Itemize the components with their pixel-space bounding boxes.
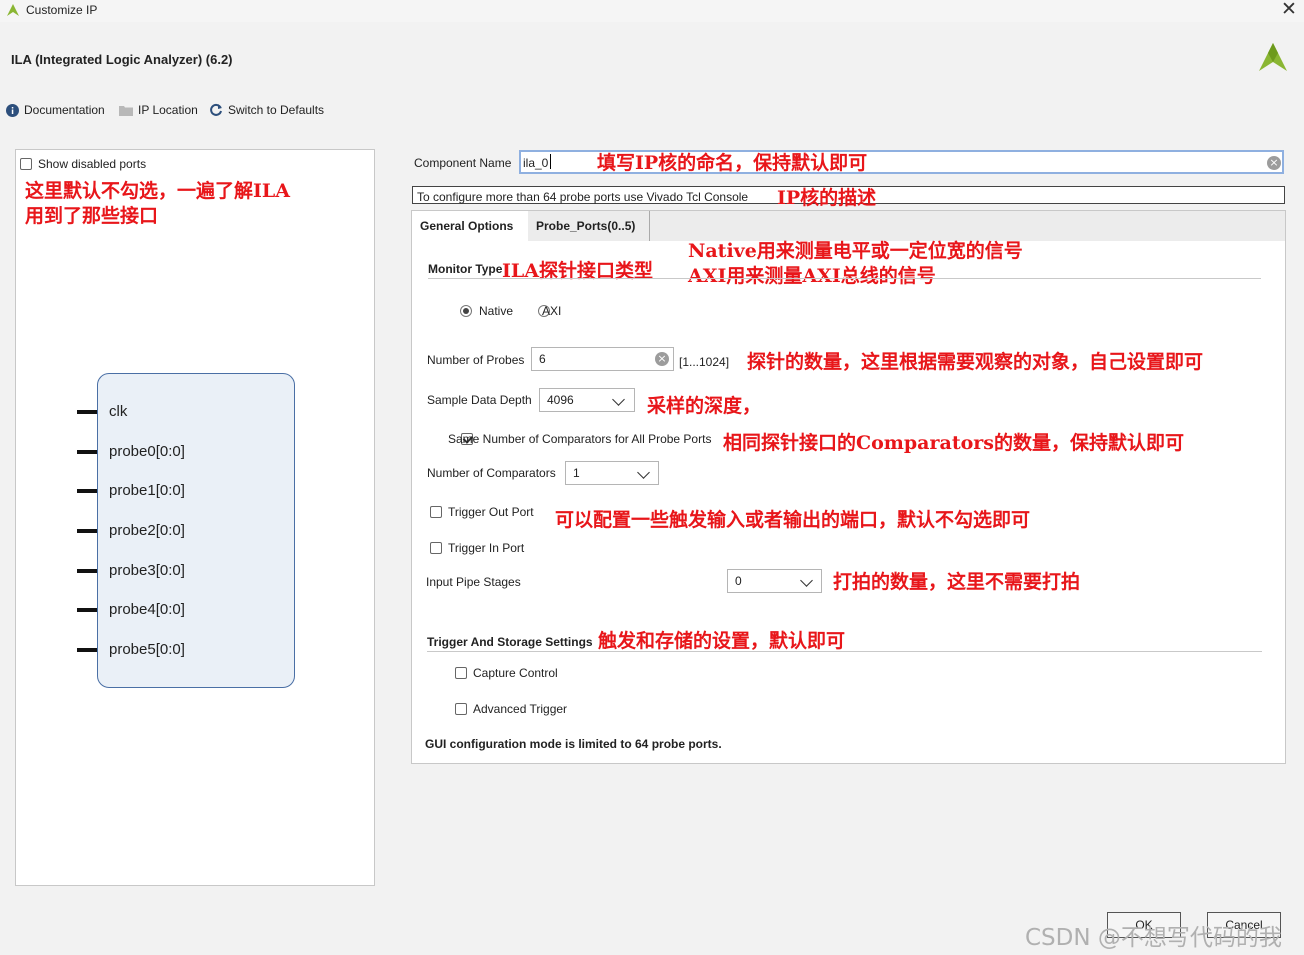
component-name-annotation: 填写IP核的命名，保持默认即可: [597, 152, 868, 174]
clear-icon[interactable]: ×: [1267, 156, 1281, 170]
port-pin: [77, 529, 97, 533]
num-probes-label: Number of Probes: [427, 353, 525, 367]
ip-name: ILA (Integrated Logic Analyzer) (6.2): [11, 52, 233, 67]
switch-defaults-label: Switch to Defaults: [228, 103, 325, 117]
num-probes-input[interactable]: 6: [531, 347, 674, 371]
capture-control-label: Capture Control: [473, 666, 558, 680]
port-label-probe5: probe5[0:0]: [109, 641, 185, 658]
port-label-clk: clk: [109, 403, 128, 420]
vivado-logo-large-icon: [1259, 43, 1287, 71]
trigger-storage-label: Trigger And Storage Settings: [427, 635, 593, 649]
num-probes-range: [1...1024]: [679, 355, 730, 369]
title-bar: Customize IP ✕: [0, 0, 1304, 22]
same-comparators-label: Same Number of Comparators for All Probe…: [448, 432, 712, 446]
sample-depth-label: Sample Data Depth: [427, 393, 532, 407]
port-label-probe3: probe3[0:0]: [109, 562, 185, 579]
divider: [427, 651, 1262, 652]
axi-radio-label: AXI: [542, 304, 562, 318]
tab-general-options[interactable]: General Options: [412, 211, 528, 241]
component-name-label: Component Name: [414, 156, 512, 170]
advanced-trigger-checkbox[interactable]: [455, 703, 467, 715]
window-title: Customize IP: [26, 3, 98, 17]
info-icon: [6, 103, 19, 117]
port-label-probe0: probe0[0:0]: [109, 443, 185, 460]
refresh-icon: [210, 103, 222, 116]
pipe-stages-label: Input Pipe Stages: [426, 575, 521, 589]
gui-limit-note: GUI configuration mode is limited to 64 …: [425, 737, 722, 751]
vivado-logo-icon: [7, 4, 19, 16]
trigger-in-checkbox[interactable]: [430, 542, 442, 554]
port-label-probe4: probe4[0:0]: [109, 601, 185, 618]
show-disabled-ports-checkbox[interactable]: [20, 158, 32, 170]
port-pin: [77, 569, 97, 573]
port-pin: [77, 608, 97, 612]
port-pin: [77, 410, 97, 414]
advanced-trigger-label: Advanced Trigger: [473, 702, 568, 716]
text-cursor: [550, 154, 551, 169]
folder-icon: [119, 106, 133, 116]
num-probes-annotation: 探针的数量，这里根据需要观察的对象，自己设置即可: [747, 351, 1204, 373]
sample-depth-annotation: 采样的深度，: [647, 395, 762, 417]
native-radio[interactable]: [460, 305, 472, 317]
axi-annotation: AXI用来测量AXI总线的信号: [688, 265, 936, 287]
left-annotation-1: 这里默认不勾选，一遍了解ILA: [25, 180, 290, 202]
same-comparators-annotation: 相同探针接口的Comparators的数量，保持默认即可: [723, 432, 1184, 454]
documentation-button[interactable]: Documentation: [6, 103, 105, 117]
divider: [428, 278, 1261, 279]
description-annotation: IP核的描述: [777, 187, 877, 209]
trigger-out-label: Trigger Out Port: [448, 505, 534, 519]
port-pin: [77, 648, 97, 652]
capture-control-checkbox[interactable]: [455, 667, 467, 679]
trigger-storage-annotation: 触发和存储的设置，默认即可: [598, 630, 846, 652]
port-pin: [77, 489, 97, 493]
switch-defaults-button[interactable]: Switch to Defaults: [209, 103, 324, 117]
pipe-stages-annotation: 打拍的数量，这里不需要打拍: [833, 571, 1081, 593]
description-text: To configure more than 64 probe ports us…: [417, 190, 749, 204]
native-annotation: Native用来测量电平或一定位宽的信号: [688, 240, 1023, 262]
port-pin: [77, 450, 97, 454]
ip-location-button[interactable]: IP Location: [119, 103, 198, 117]
documentation-label: Documentation: [24, 103, 105, 117]
port-label-probe1: probe1[0:0]: [109, 482, 185, 499]
trigger-out-checkbox[interactable]: [430, 506, 442, 518]
trigger-in-label: Trigger In Port: [448, 541, 525, 555]
num-comparators-label: Number of Comparators: [427, 466, 556, 480]
ip-location-label: IP Location: [138, 103, 198, 117]
left-annotation-2: 用到了那些接口: [25, 205, 159, 227]
trigger-annotation: 可以配置一些触发输入或者输出的端口，默认不勾选即可: [555, 509, 1031, 531]
options-panel: [411, 210, 1286, 764]
clear-icon[interactable]: ×: [655, 352, 669, 366]
component-name-value: ila_0: [523, 156, 549, 170]
native-radio-label: Native: [479, 304, 514, 318]
monitor-type-label: Monitor Type: [428, 262, 503, 276]
show-disabled-ports-label: Show disabled ports: [38, 157, 147, 171]
close-icon[interactable]: ✕: [1281, 0, 1297, 20]
watermark: CSDN @不想写代码的我: [1025, 925, 1282, 951]
tab-probe-ports[interactable]: Probe_Ports(0..5): [528, 211, 650, 241]
port-label-probe2: probe2[0:0]: [109, 522, 185, 539]
